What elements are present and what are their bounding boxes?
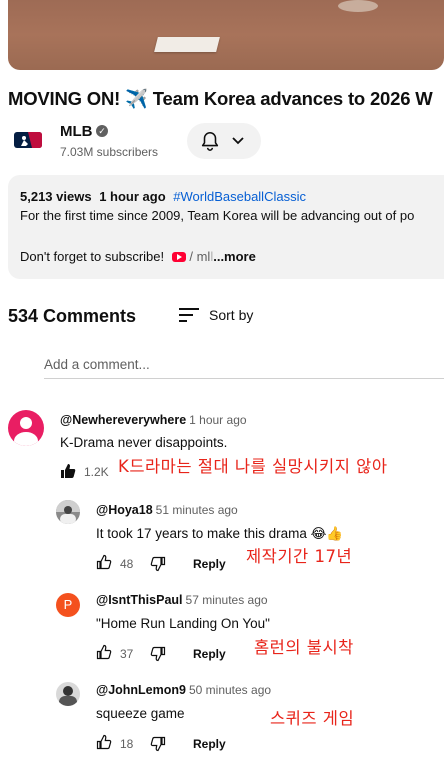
comment-time: 57 minutes ago (185, 593, 268, 607)
comment-author[interactable]: @IsntThisPaul 57 minutes ago (96, 593, 268, 607)
upload-age: 1 hour ago (99, 189, 166, 204)
sort-by-button[interactable]: Sort by (209, 307, 253, 323)
description-subscribe-line: Don't forget to subscribe! / mll...more (20, 249, 256, 264)
author-handle[interactable]: @Hoya18 (96, 503, 153, 517)
handwritten-annotation: K드라마는 절대 나를 실망시키지 않아 (118, 457, 388, 476)
home-plate (154, 37, 220, 52)
mlb-logo-icon[interactable] (12, 124, 44, 156)
notifications-button[interactable] (187, 123, 261, 159)
thumbs-up-icon[interactable] (60, 463, 76, 479)
thumbs-down-icon[interactable] (150, 646, 166, 662)
thumbs-down-icon[interactable] (150, 736, 166, 752)
avatar[interactable] (8, 410, 44, 446)
comment-text: It took 17 years to make this drama 😂👍 (96, 526, 344, 541)
like-count: 18 (120, 737, 134, 751)
author-handle[interactable]: @IsntThisPaul (96, 593, 183, 607)
channel-link[interactable]: / ml (189, 249, 210, 264)
comment-author[interactable]: @Newhereverywhere 1 hour ago (60, 413, 247, 427)
channel-name[interactable]: MLB (60, 123, 93, 140)
avatar[interactable] (56, 500, 80, 524)
comment-time: 51 minutes ago (155, 503, 238, 517)
thumbs-up-icon[interactable] (96, 644, 112, 660)
author-handle[interactable]: @JohnLemon9 (96, 683, 186, 697)
description-box[interactable]: 5,213 views 1 hour ago #WorldBaseballCla… (8, 175, 444, 279)
avatar-letter: P (63, 597, 73, 612)
like-count: 48 (120, 557, 134, 571)
reply-button[interactable]: Reply (193, 557, 226, 571)
like-count: 37 (120, 647, 134, 661)
comment-time: 50 minutes ago (188, 683, 272, 697)
comment-author[interactable]: @JohnLemon9 50 minutes ago (96, 683, 271, 697)
thumbs-up-icon[interactable] (96, 554, 112, 570)
comment-time: 1 hour ago (189, 413, 247, 427)
hashtag-link[interactable]: #WorldBaseballClassic (173, 189, 306, 204)
more-button[interactable]: ...more (213, 249, 256, 264)
thumbs-up-icon[interactable] (96, 734, 112, 750)
reply-button[interactable]: Reply (193, 647, 226, 661)
youtube-icon (171, 252, 186, 262)
add-comment-underline (44, 378, 444, 379)
comment-text: squeeze game (96, 706, 185, 721)
like-count: 1.2K (84, 465, 109, 479)
handwritten-annotation: 스퀴즈 게임 (270, 709, 355, 728)
video-player[interactable] (8, 0, 444, 70)
handwritten-annotation: 홈런의 불시착 (254, 638, 354, 657)
chevron-down-icon (232, 137, 244, 145)
video-title: MOVING ON! ✈️ Team Korea advances to 202… (8, 88, 433, 109)
comments-count: 534 Comments (8, 306, 137, 326)
video-stats: 5,213 views 1 hour ago #WorldBaseballCla… (20, 189, 310, 204)
author-handle[interactable]: @Newhereverywhere (60, 413, 186, 427)
comment-text: "Home Run Landing On You" (96, 616, 270, 631)
view-count: 5,213 views (20, 189, 92, 204)
handwritten-annotation: 제작기간 17년 (246, 547, 353, 566)
thumbs-down-icon[interactable] (150, 556, 166, 572)
avatar[interactable] (56, 682, 80, 706)
add-comment-input[interactable]: Add a comment... (44, 357, 150, 372)
subscribe-text: Don't forget to subscribe! (20, 249, 165, 264)
comment-author[interactable]: @Hoya18 51 minutes ago (96, 503, 238, 517)
reply-button[interactable]: Reply (193, 737, 226, 751)
comment-text: K-Drama never disappoints. (60, 435, 228, 450)
verified-icon: ✓ (96, 125, 108, 137)
bell-icon (201, 131, 219, 151)
video-frame-detail (338, 0, 378, 12)
description-line: For the first time since 2009, Team Kore… (20, 208, 415, 223)
avatar[interactable]: P (56, 593, 80, 617)
subscriber-count: 7.03M subscribers (60, 145, 159, 159)
sort-icon[interactable] (179, 308, 199, 322)
